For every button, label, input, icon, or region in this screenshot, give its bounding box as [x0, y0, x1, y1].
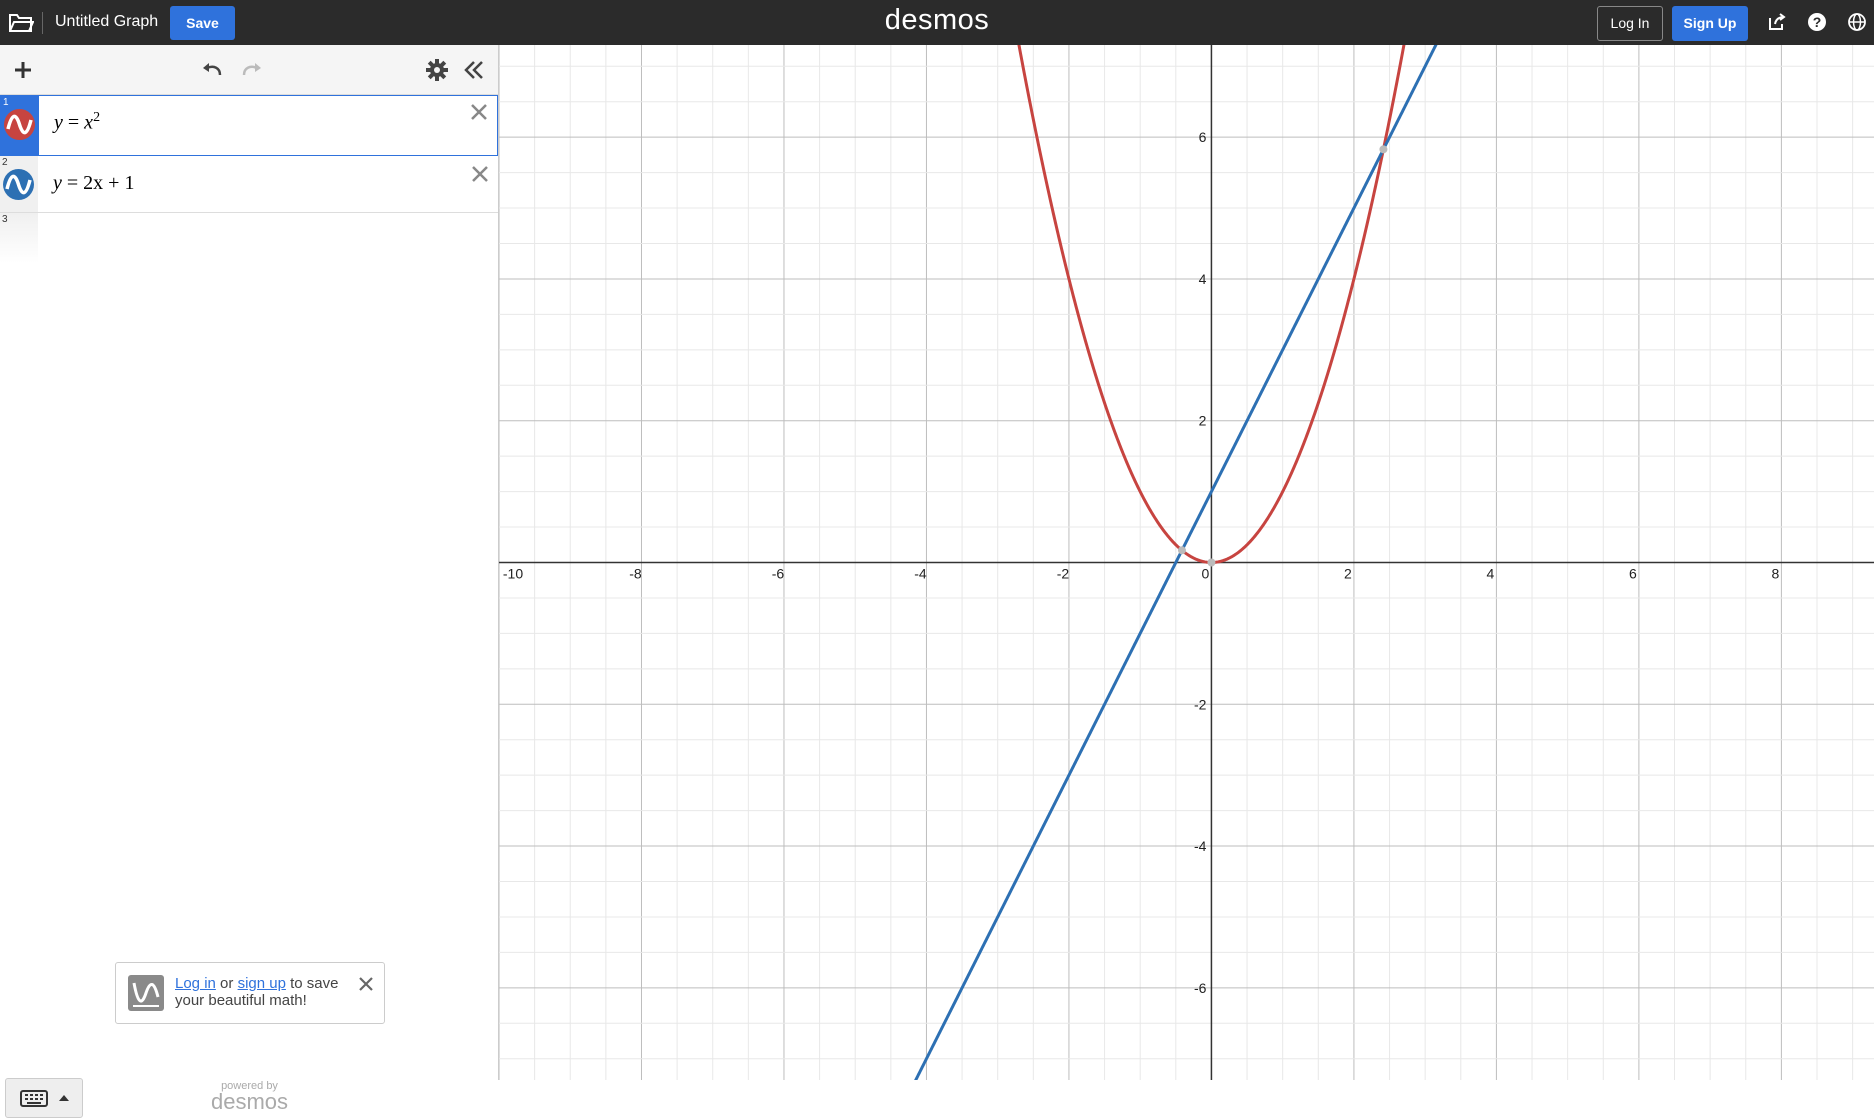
- keypad-toggle-button[interactable]: [5, 1078, 83, 1118]
- folder-icon[interactable]: [8, 10, 34, 34]
- gear-icon[interactable]: [426, 59, 448, 81]
- point-of-interest: [1379, 145, 1388, 154]
- expression-math[interactable]: y = 2x + 1: [53, 172, 134, 195]
- expression-math[interactable]: y = x2: [54, 110, 100, 135]
- login-link[interactable]: Log in: [175, 975, 216, 992]
- undo-icon[interactable]: [200, 59, 224, 79]
- signup-button[interactable]: Sign Up: [1672, 6, 1748, 41]
- top-bar: Untitled Graph Save desmos Log In Sign U…: [0, 0, 1874, 45]
- login-promo: Log in or sign up to save your beautiful…: [115, 962, 385, 1024]
- expression-row-1[interactable]: 1 y = x2: [0, 95, 498, 156]
- desmos-graph-icon: [128, 975, 164, 1011]
- globe-icon[interactable]: [1847, 12, 1867, 32]
- y-tick-label: 6: [1199, 129, 1207, 145]
- expression-row-3[interactable]: 3: [0, 213, 498, 263]
- expression-number: 1: [3, 97, 9, 108]
- close-icon[interactable]: [470, 164, 490, 184]
- y-tick-label: -6: [1194, 980, 1207, 996]
- point-of-interest: [1207, 558, 1216, 567]
- header-divider: [42, 12, 43, 34]
- keyboard-icon: [20, 1090, 48, 1107]
- save-button[interactable]: Save: [170, 6, 235, 40]
- promo-text: Log in or sign up to save your beautiful…: [175, 975, 339, 1009]
- graph-canvas[interactable]: -10 -8 -6 -4 -2 0 2 4 6 8 6 4 2 -2 -4 -6: [499, 45, 1874, 1080]
- expression-number: 2: [2, 157, 8, 168]
- y-tick-label: 2: [1199, 413, 1207, 429]
- redo-icon[interactable]: [240, 59, 264, 79]
- expression-gutter: 1: [1, 96, 39, 155]
- expression-number: 3: [2, 214, 8, 225]
- login-button[interactable]: Log In: [1597, 6, 1663, 41]
- y-tick-label: -4: [1194, 838, 1207, 854]
- graph-color-toggle-blue[interactable]: [3, 169, 34, 200]
- y-tick-label: 4: [1199, 271, 1207, 287]
- x-tick-label: -2: [1057, 566, 1070, 582]
- close-icon[interactable]: [469, 102, 489, 122]
- add-icon[interactable]: [13, 60, 33, 80]
- graph-color-toggle-red[interactable]: [4, 109, 35, 140]
- x-tick-label: 8: [1771, 566, 1779, 582]
- share-icon[interactable]: [1767, 12, 1787, 32]
- x-tick-label: 6: [1629, 566, 1637, 582]
- x-tick-label: -6: [772, 566, 785, 582]
- expression-gutter: 3: [0, 213, 38, 263]
- desmos-logo: desmos: [884, 4, 990, 36]
- expression-gutter: 2: [0, 156, 38, 212]
- x-tick-label: -4: [914, 566, 927, 582]
- x-tick-label: -8: [629, 566, 642, 582]
- x-tick-label: 2: [1344, 566, 1352, 582]
- expression-row-2[interactable]: 2 y = 2x + 1: [0, 156, 498, 213]
- x-tick-label: 4: [1487, 566, 1495, 582]
- point-of-interest: [1177, 546, 1186, 555]
- x-tick-label: 0: [1202, 566, 1210, 582]
- y-tick-label: -2: [1194, 696, 1207, 712]
- expression-toolbar: [0, 45, 498, 95]
- svg-text:?: ?: [1813, 14, 1822, 30]
- graph-title[interactable]: Untitled Graph: [55, 13, 158, 31]
- signup-link[interactable]: sign up: [238, 975, 286, 992]
- collapse-icon[interactable]: [463, 59, 485, 81]
- caret-up-icon: [59, 1095, 69, 1101]
- x-tick-label: -10: [503, 566, 523, 582]
- expression-panel: 1 y = x2 2 y = 2x + 1 3 Log in or sign u…: [0, 45, 499, 1118]
- graph-plot[interactable]: -10 -8 -6 -4 -2 0 2 4 6 8 6 4 2 -2 -4 -6: [499, 45, 1874, 1080]
- close-icon[interactable]: [358, 976, 374, 992]
- help-icon[interactable]: ?: [1807, 12, 1827, 32]
